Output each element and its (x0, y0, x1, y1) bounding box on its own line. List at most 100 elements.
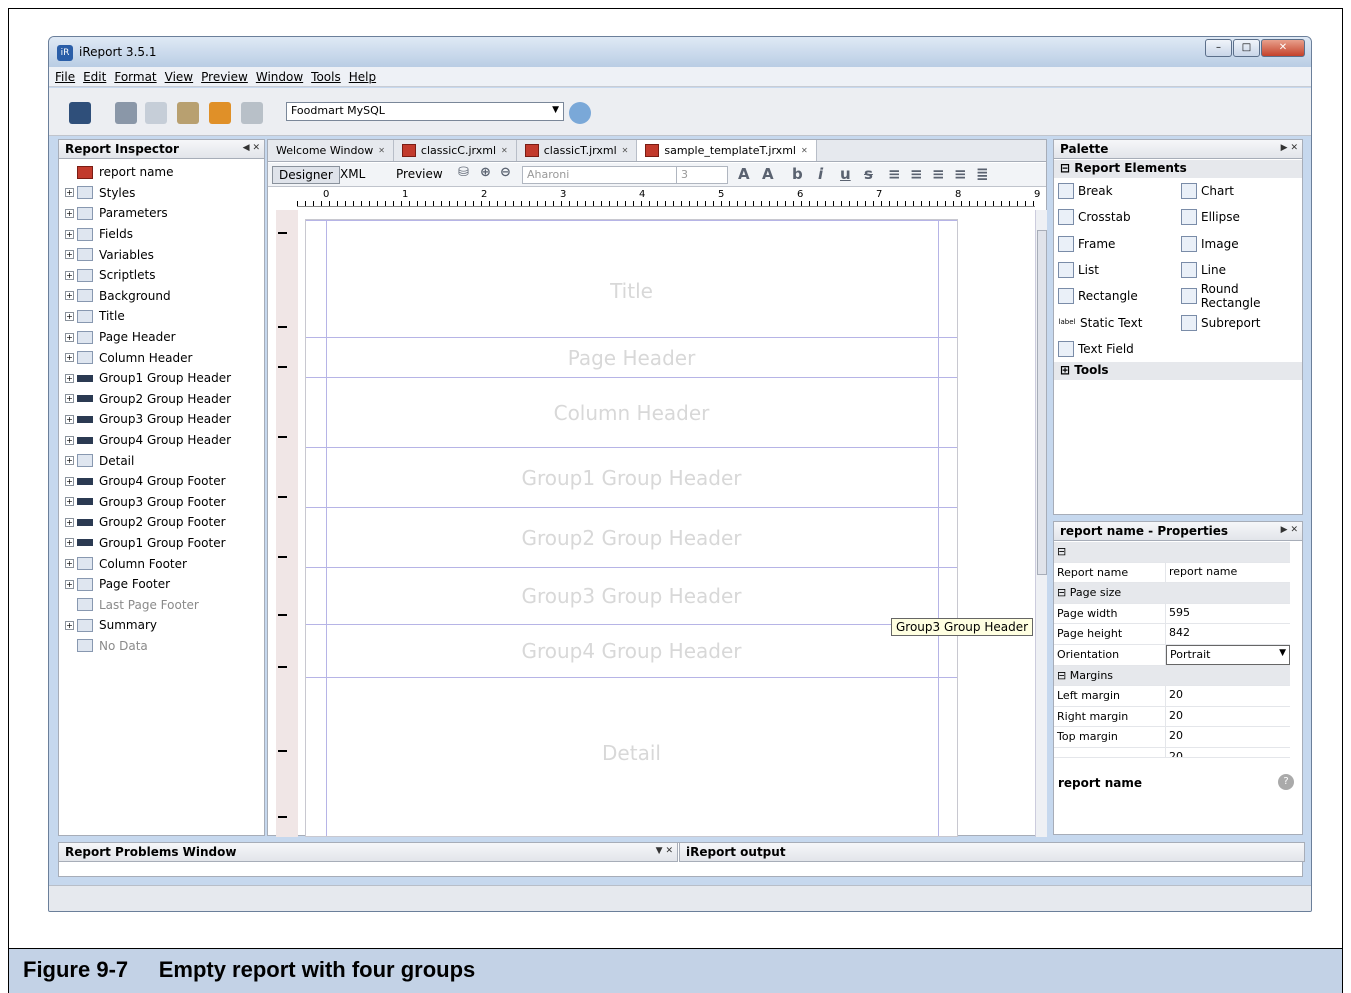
palette-item[interactable]: Line (1177, 257, 1300, 283)
palette-item[interactable]: Round Rectangle (1177, 282, 1300, 310)
paste-icon[interactable] (177, 102, 199, 124)
close-tab-icon[interactable]: ✕ (501, 146, 508, 155)
tree-item[interactable]: + Parameters (59, 203, 264, 224)
tree-item[interactable]: report name (59, 162, 264, 183)
expand-icon[interactable]: + (65, 435, 74, 445)
expand-icon[interactable]: + (65, 270, 74, 280)
tree-item[interactable]: + Group1 Group Footer (59, 533, 264, 554)
palette-item[interactable]: Subreport (1177, 309, 1300, 335)
expand-icon[interactable]: + (65, 311, 74, 321)
panel-controls-icon[interactable]: ▶ ✕ (1281, 525, 1298, 535)
italic-icon[interactable]: i (818, 165, 823, 183)
tree-item[interactable]: + Variables (59, 244, 264, 265)
expand-icon[interactable]: + (65, 517, 74, 527)
panel-controls-icon[interactable]: ▼ ✕ (656, 846, 673, 856)
panel-controls-icon[interactable]: ◀ ✕ (243, 143, 260, 153)
menu-format[interactable]: Format (114, 70, 156, 84)
expand-icon[interactable]: + (65, 250, 74, 260)
bold-icon[interactable]: b (792, 165, 803, 183)
prop-value[interactable]: report name (1166, 562, 1290, 583)
minimize-button[interactable]: – (1205, 39, 1232, 57)
editor-vertical-scrollbar[interactable] (1035, 210, 1047, 837)
cut-icon[interactable] (115, 102, 137, 124)
expand-icon[interactable]: + (65, 394, 74, 404)
prop-value[interactable]: 842 (1166, 624, 1290, 644)
tree-item[interactable]: + Scriptlets (59, 265, 264, 286)
tree-item[interactable]: + Group1 Group Header (59, 368, 264, 389)
close-button[interactable]: ✕ (1261, 39, 1305, 57)
prop-right-margin[interactable]: Right margin 20 (1054, 706, 1290, 728)
strikethrough-icon[interactable]: s (864, 165, 873, 183)
expand-icon[interactable]: + (65, 208, 74, 218)
scrollbar-thumb[interactable] (1037, 230, 1047, 575)
redo-icon[interactable] (241, 102, 263, 124)
palette-item[interactable]: Crosstab (1054, 204, 1177, 230)
tree-item[interactable]: + Column Header (59, 347, 264, 368)
tree-item[interactable]: + Background (59, 286, 264, 307)
xml-mode-button[interactable]: XML (334, 166, 371, 184)
margins-section[interactable]: ⊟ Margins (1054, 665, 1290, 687)
report-band[interactable]: Group3 Group Header (306, 567, 957, 624)
menu-tools[interactable]: Tools (311, 70, 341, 84)
tree-item[interactable]: No Data (59, 636, 264, 657)
zoom-out-icon[interactable]: ⊖ (500, 165, 511, 180)
datasource-select[interactable]: Foodmart MySQL ▼ (286, 102, 564, 121)
expand-icon[interactable]: + (65, 332, 74, 342)
zoom-in-icon[interactable]: ⊕ (480, 165, 491, 180)
prop-top-margin[interactable]: Top margin 20 (1054, 727, 1290, 748)
font-size-select[interactable]: 3 (676, 166, 728, 184)
tree-item[interactable]: + Title (59, 306, 264, 327)
report-band[interactable]: Group4 Group Header (306, 624, 957, 677)
align-justify-icon[interactable]: ≡ (954, 165, 967, 183)
tree-item[interactable]: + Group3 Group Footer (59, 492, 264, 513)
prop-report-name[interactable]: Report name report name (1054, 562, 1290, 584)
help-icon[interactable]: ? (1278, 774, 1294, 790)
report-band[interactable]: Detail (306, 677, 957, 827)
text-layout-icon[interactable]: ≣ (976, 165, 989, 183)
report-band[interactable]: Group2 Group Header (306, 507, 957, 567)
preview-mode-button[interactable]: Preview (390, 166, 449, 184)
expand-icon[interactable]: + (65, 229, 74, 239)
palette-item[interactable]: Rectangle (1054, 283, 1177, 309)
palette-item[interactable]: Frame (1054, 231, 1177, 257)
menu-edit[interactable]: Edit (83, 70, 106, 84)
expand-icon[interactable]: + (65, 476, 74, 486)
font-name-select[interactable]: Aharoni (522, 166, 698, 184)
close-tab-icon[interactable]: ✕ (801, 146, 808, 155)
tree-item[interactable]: + Column Footer (59, 553, 264, 574)
palette-item[interactable]: List (1054, 257, 1177, 283)
tree-item[interactable]: + Group3 Group Header (59, 409, 264, 430)
expand-icon[interactable]: + (65, 373, 74, 383)
tree-item[interactable]: + Group4 Group Footer (59, 471, 264, 492)
expand-icon[interactable]: + (65, 188, 74, 198)
report-band[interactable]: Column Header (306, 377, 957, 447)
expand-icon[interactable]: + (65, 456, 74, 466)
report-band[interactable]: Title (306, 220, 957, 337)
page-size-section[interactable]: ⊟ Page size (1054, 583, 1290, 604)
copy-icon[interactable] (145, 102, 167, 124)
tree-item[interactable]: + Group2 Group Footer (59, 512, 264, 533)
tree-item[interactable]: + Styles (59, 183, 264, 204)
palette-item[interactable]: Image (1177, 231, 1300, 257)
report-band[interactable]: Group1 Group Header (306, 447, 957, 507)
tab-classict[interactable]: classicT.jrxml ✕ (517, 140, 638, 161)
expand-icon[interactable]: + (65, 559, 74, 569)
report-canvas[interactable]: Title Page Header Column Header Group1 Grou… (305, 219, 958, 837)
expand-icon[interactable]: + (65, 414, 74, 424)
tree-item[interactable]: + Group2 Group Header (59, 389, 264, 410)
palette-item[interactable]: Text Field (1054, 336, 1177, 362)
palette-item[interactable]: label Static Text (1054, 309, 1177, 335)
expand-icon[interactable]: + (65, 353, 74, 363)
menu-help[interactable]: Help (349, 70, 376, 84)
datasource-connection-icon[interactable] (569, 102, 591, 124)
tree-item[interactable]: + Page Header (59, 327, 264, 348)
align-right-icon[interactable]: ≡ (932, 165, 945, 183)
ireport-output-header[interactable]: iReport output (679, 842, 1305, 862)
orientation-select[interactable]: Portrait ▼ (1166, 644, 1290, 665)
prop-left-margin[interactable]: Left margin 20 (1054, 686, 1290, 707)
report-band[interactable]: Page Header (306, 337, 957, 377)
database-icon[interactable]: ⛁ (458, 165, 469, 180)
tree-item[interactable]: + Detail (59, 450, 264, 471)
tree-item[interactable]: + Group4 Group Header (59, 430, 264, 451)
palette-item[interactable]: Ellipse (1177, 204, 1300, 230)
